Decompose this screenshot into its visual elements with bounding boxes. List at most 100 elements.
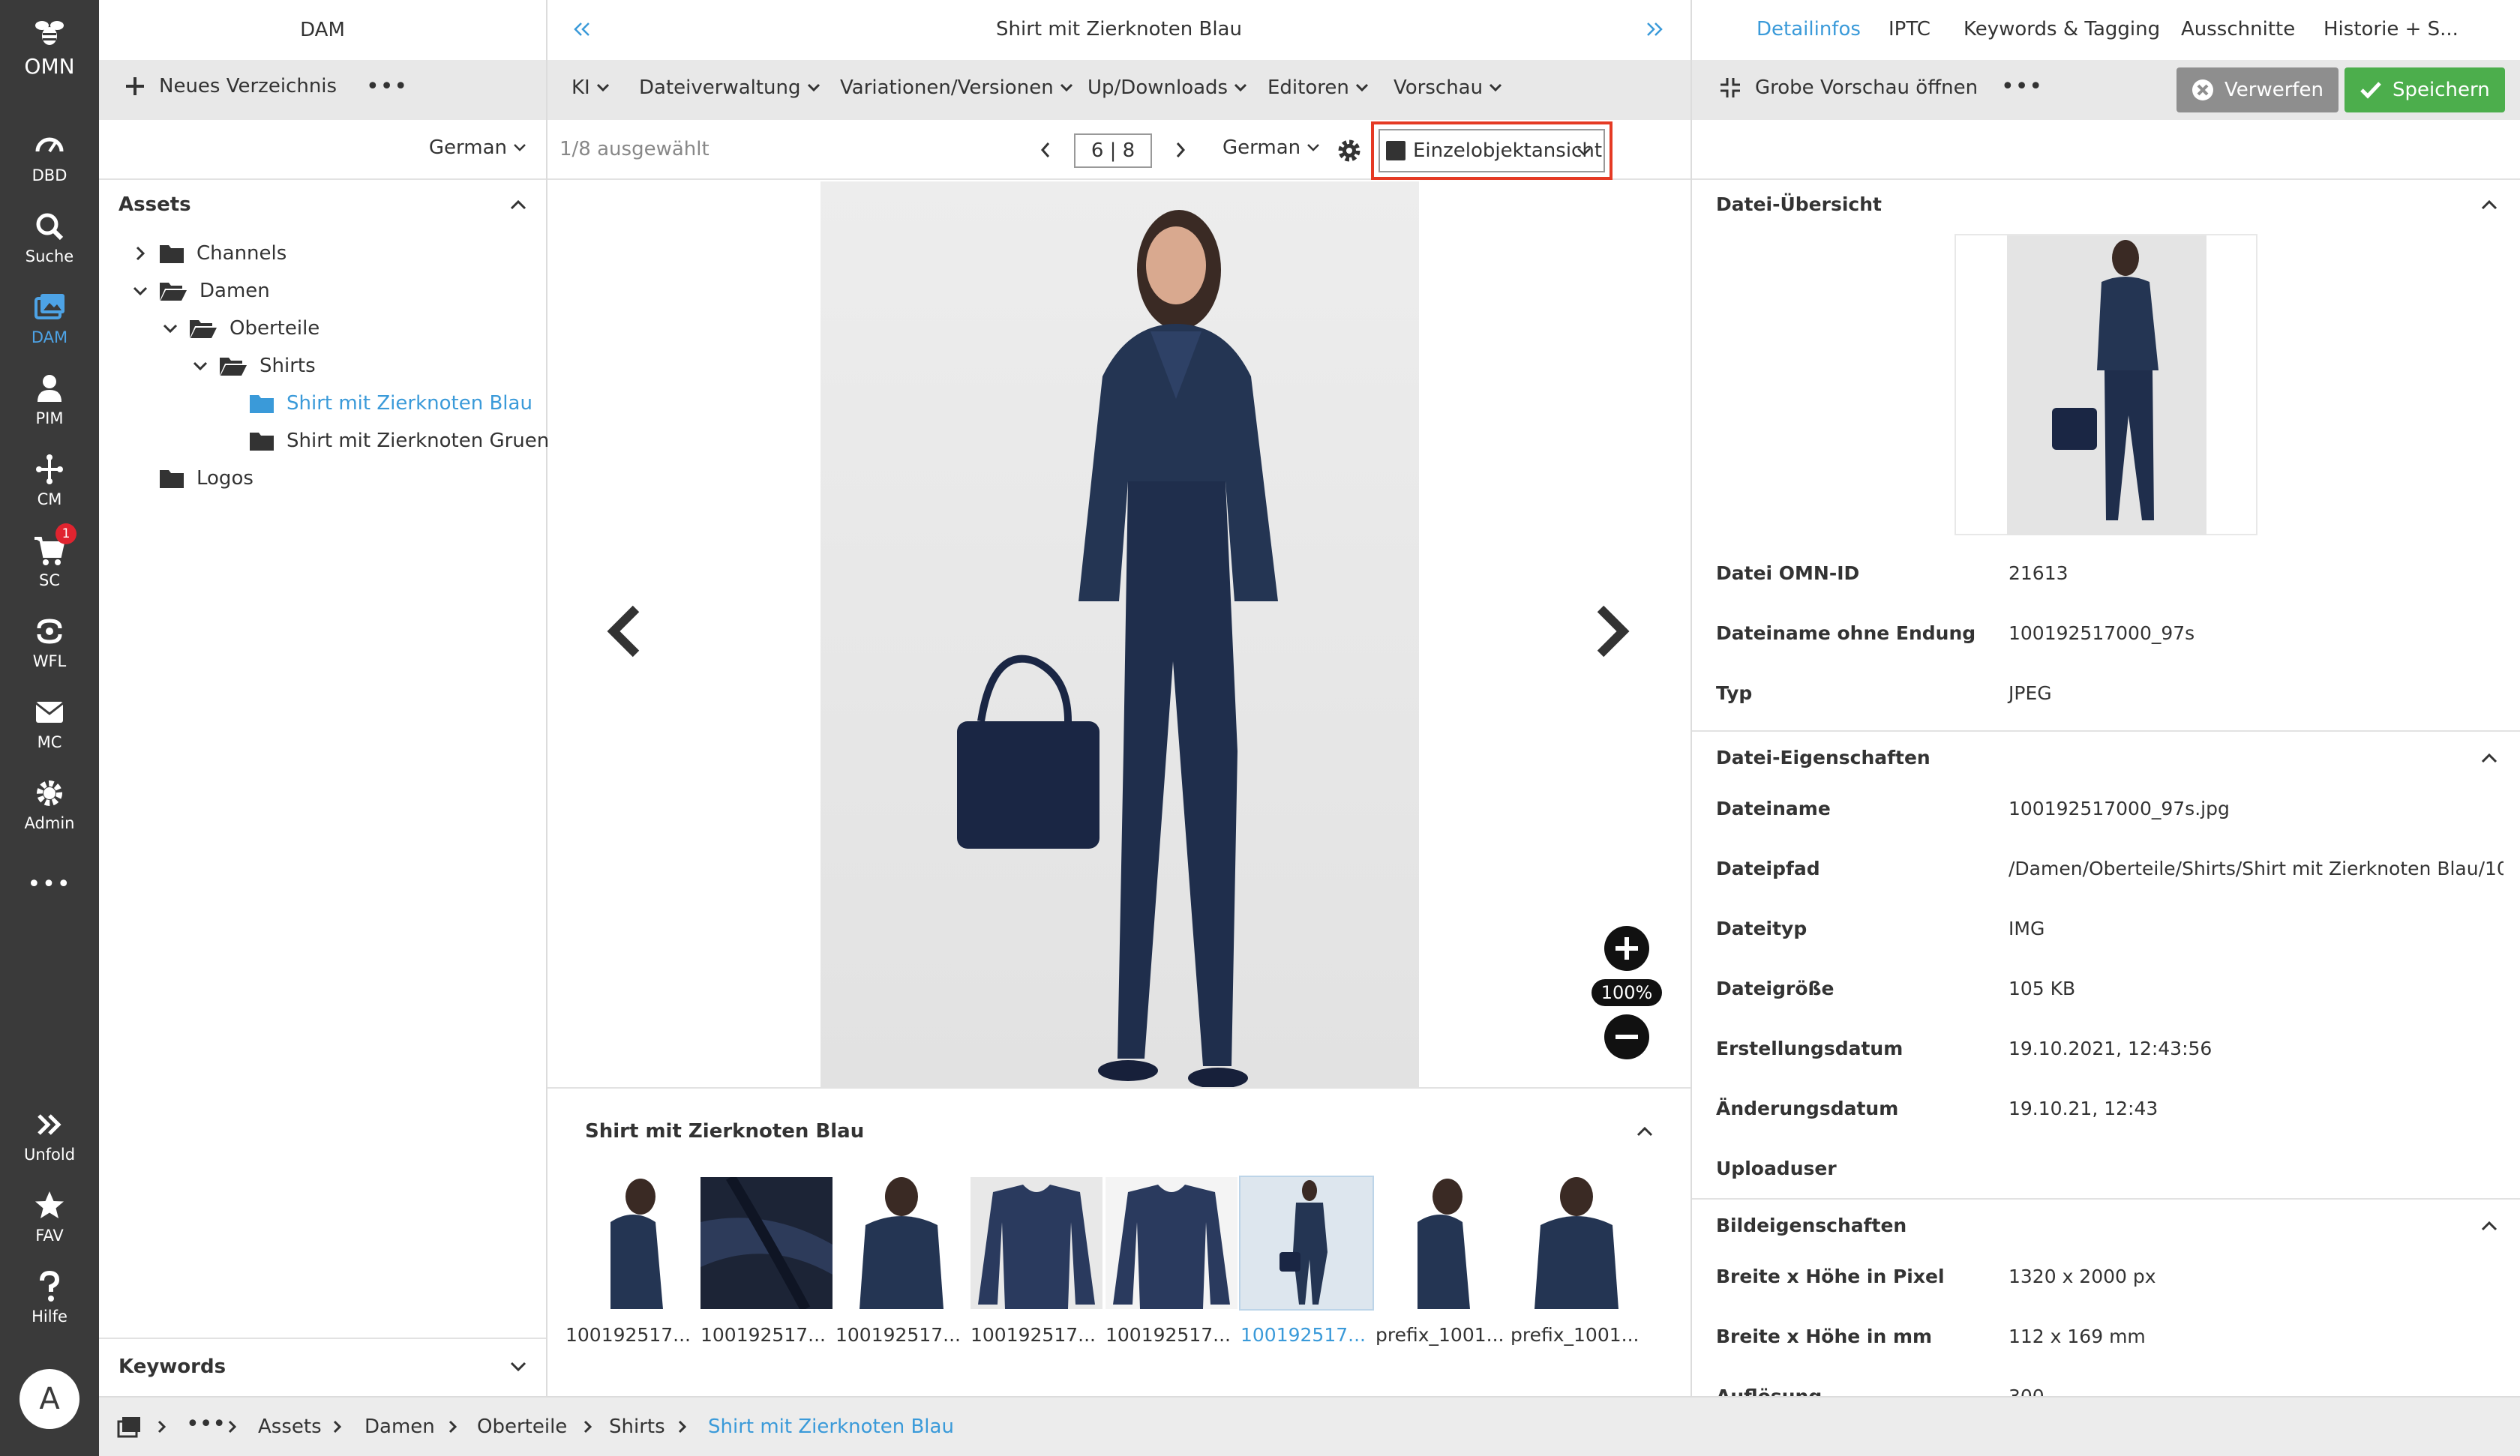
rail-item-mc[interactable]: MC [0, 696, 99, 751]
expand-right-icon[interactable] [1646, 21, 1664, 37]
images-icon[interactable] [117, 1416, 141, 1438]
menu-label: Up/Downloads [1088, 76, 1228, 99]
rail-item-dam[interactable]: DAM [0, 291, 99, 346]
file-preview[interactable] [1954, 234, 2258, 535]
menu-label: Variationen/Versionen [840, 76, 1054, 99]
folder-open-icon [190, 320, 217, 338]
field-label: Auflösung [1716, 1386, 1822, 1396]
rail-item-wfl[interactable]: WFL [0, 615, 99, 670]
new-directory-button[interactable]: Neues Verzeichnis [124, 75, 337, 97]
discard-button[interactable]: Verwerfen [2176, 67, 2339, 112]
chevron-down-icon[interactable] [162, 320, 178, 337]
menu-editoren[interactable]: Editoren [1268, 76, 1369, 99]
double-chevron-right-icon [38, 1114, 62, 1135]
tab-detailinfos[interactable]: Detailinfos [1756, 18, 1861, 40]
right-more-button[interactable]: ••• [2001, 73, 2043, 100]
rail-item-sc[interactable]: SC 1 [0, 523, 99, 589]
menu-label: Dateiverwaltung [639, 76, 801, 99]
tree-item-channels[interactable]: Channels [132, 238, 286, 268]
thumbnail[interactable] [836, 1177, 968, 1309]
zoom-in-icon[interactable] [1604, 925, 1650, 972]
gear-icon[interactable] [1336, 138, 1362, 163]
rail-item-hilfe[interactable]: Hilfe [0, 1270, 99, 1326]
rail-item-dbd[interactable]: DBD [0, 129, 99, 184]
asset-title: Shirt mit Zierknoten Blau [996, 18, 1242, 40]
breadcrumb-current[interactable]: Shirt mit Zierknoten Blau [708, 1416, 954, 1438]
zoom-out-icon[interactable] [1604, 1014, 1650, 1060]
rail-item-admin[interactable]: Admin [0, 777, 99, 832]
menu-up-downloads[interactable]: Up/Downloads [1088, 76, 1247, 99]
chevron-down-icon[interactable] [132, 283, 148, 299]
chevron-down-icon[interactable] [510, 1362, 526, 1372]
rail-item-pim[interactable]: PIM [0, 372, 99, 427]
bee-logo-icon [35, 21, 64, 45]
breadcrumb-item[interactable]: Assets [258, 1416, 322, 1438]
center-header: Shirt mit Zierknoten Blau [548, 0, 1690, 60]
thumbnail[interactable] [1376, 1177, 1508, 1309]
pager-input[interactable]: 6 | 8 [1074, 133, 1152, 168]
menu-vorschau[interactable]: Vorschau [1394, 76, 1502, 99]
tab-iptc[interactable]: IPTC [1888, 18, 1930, 40]
user-avatar[interactable]: A [20, 1369, 80, 1429]
breadcrumb-item[interactable]: Shirts [609, 1416, 665, 1438]
menu-variationen[interactable]: Variationen/Versionen [840, 76, 1073, 99]
field-value: IMG [2008, 918, 2045, 939]
asset-image[interactable] [820, 181, 1419, 1087]
tree-item-shirts[interactable]: Shirts [192, 351, 316, 381]
rail-item-cm[interactable]: CM [0, 453, 99, 508]
keywords-section[interactable]: Keywords [99, 1338, 546, 1396]
tab-ausschnitte[interactable]: Ausschnitte [2181, 18, 2295, 40]
rail-item-unfold[interactable]: Unfold [0, 1108, 99, 1164]
folder-icon [160, 470, 184, 488]
rail-item-suche[interactable]: Suche [0, 210, 99, 265]
chevron-down-icon [596, 83, 609, 92]
tree-item-shirt-gruen[interactable]: Shirt mit Zierknoten Gruen [249, 426, 549, 456]
mail-icon [35, 702, 64, 723]
save-button[interactable]: Speichern [2344, 67, 2505, 112]
thumbnail-selected[interactable] [1239, 1176, 1374, 1311]
breadcrumb-item[interactable]: Damen [364, 1416, 435, 1438]
thumbnail[interactable] [970, 1177, 1102, 1309]
full-outfit-image [1280, 1180, 1328, 1305]
menu-dateiverwaltung[interactable]: Dateiverwaltung [639, 76, 820, 99]
rail-item-fav[interactable]: FAV [0, 1189, 99, 1245]
center-language-select[interactable]: German [1222, 136, 1320, 159]
center-menu-bar: KI Dateiverwaltung Variationen/Versionen… [548, 60, 1690, 120]
prev-image-icon[interactable] [604, 604, 644, 658]
tab-historie[interactable]: Historie + S... [2324, 18, 2458, 40]
tree-item-logos[interactable]: Logos [159, 463, 254, 493]
view-mode-select[interactable]: Einzelobjektansicht [1378, 129, 1605, 172]
woman-photo-illustration [957, 210, 1278, 1087]
thumbnail[interactable] [1510, 1177, 1642, 1309]
chevron-down-icon[interactable] [192, 358, 208, 374]
tree-item-oberteile[interactable]: Oberteile [162, 313, 320, 343]
breadcrumb-item[interactable]: Oberteile [477, 1416, 567, 1438]
rail-more-button[interactable]: ••• [0, 871, 99, 897]
left-more-button[interactable]: ••• [366, 73, 408, 100]
chevron-down-icon [1355, 83, 1368, 92]
thumbnail[interactable] [700, 1177, 832, 1309]
close-circle-icon [2192, 79, 2213, 100]
chevron-up-icon[interactable] [2481, 753, 2498, 763]
field-value: JPEG [2008, 682, 2052, 704]
chevron-up-icon[interactable] [2481, 1221, 2498, 1231]
prev-asset-icon[interactable] [1040, 141, 1052, 159]
next-asset-icon[interactable] [1174, 141, 1186, 159]
tree-item-damen[interactable]: Damen [132, 276, 270, 306]
tree-item-shirt-blau[interactable]: Shirt mit Zierknoten Blau [249, 388, 532, 418]
thumbnail[interactable] [1106, 1177, 1238, 1309]
omn-logo[interactable]: OMN [0, 16, 99, 79]
thumbnail[interactable] [566, 1177, 698, 1309]
tab-keywords-tagging[interactable]: Keywords & Tagging [1964, 18, 2160, 40]
chevron-right-icon[interactable] [132, 245, 148, 262]
chevron-up-icon[interactable] [510, 199, 526, 210]
preview-button[interactable]: Grobe Vorschau öffnen [1719, 76, 1978, 99]
next-image-icon[interactable] [1593, 604, 1632, 658]
shirt-front-image [1534, 1177, 1618, 1309]
menu-ki[interactable]: KI [572, 76, 610, 99]
shirt-front-image [860, 1177, 944, 1309]
left-language-select[interactable]: German [429, 136, 526, 159]
chevron-up-icon[interactable] [1636, 1126, 1653, 1137]
chevron-up-icon[interactable] [2481, 199, 2498, 210]
breadcrumb-more[interactable]: ••• [186, 1411, 226, 1437]
